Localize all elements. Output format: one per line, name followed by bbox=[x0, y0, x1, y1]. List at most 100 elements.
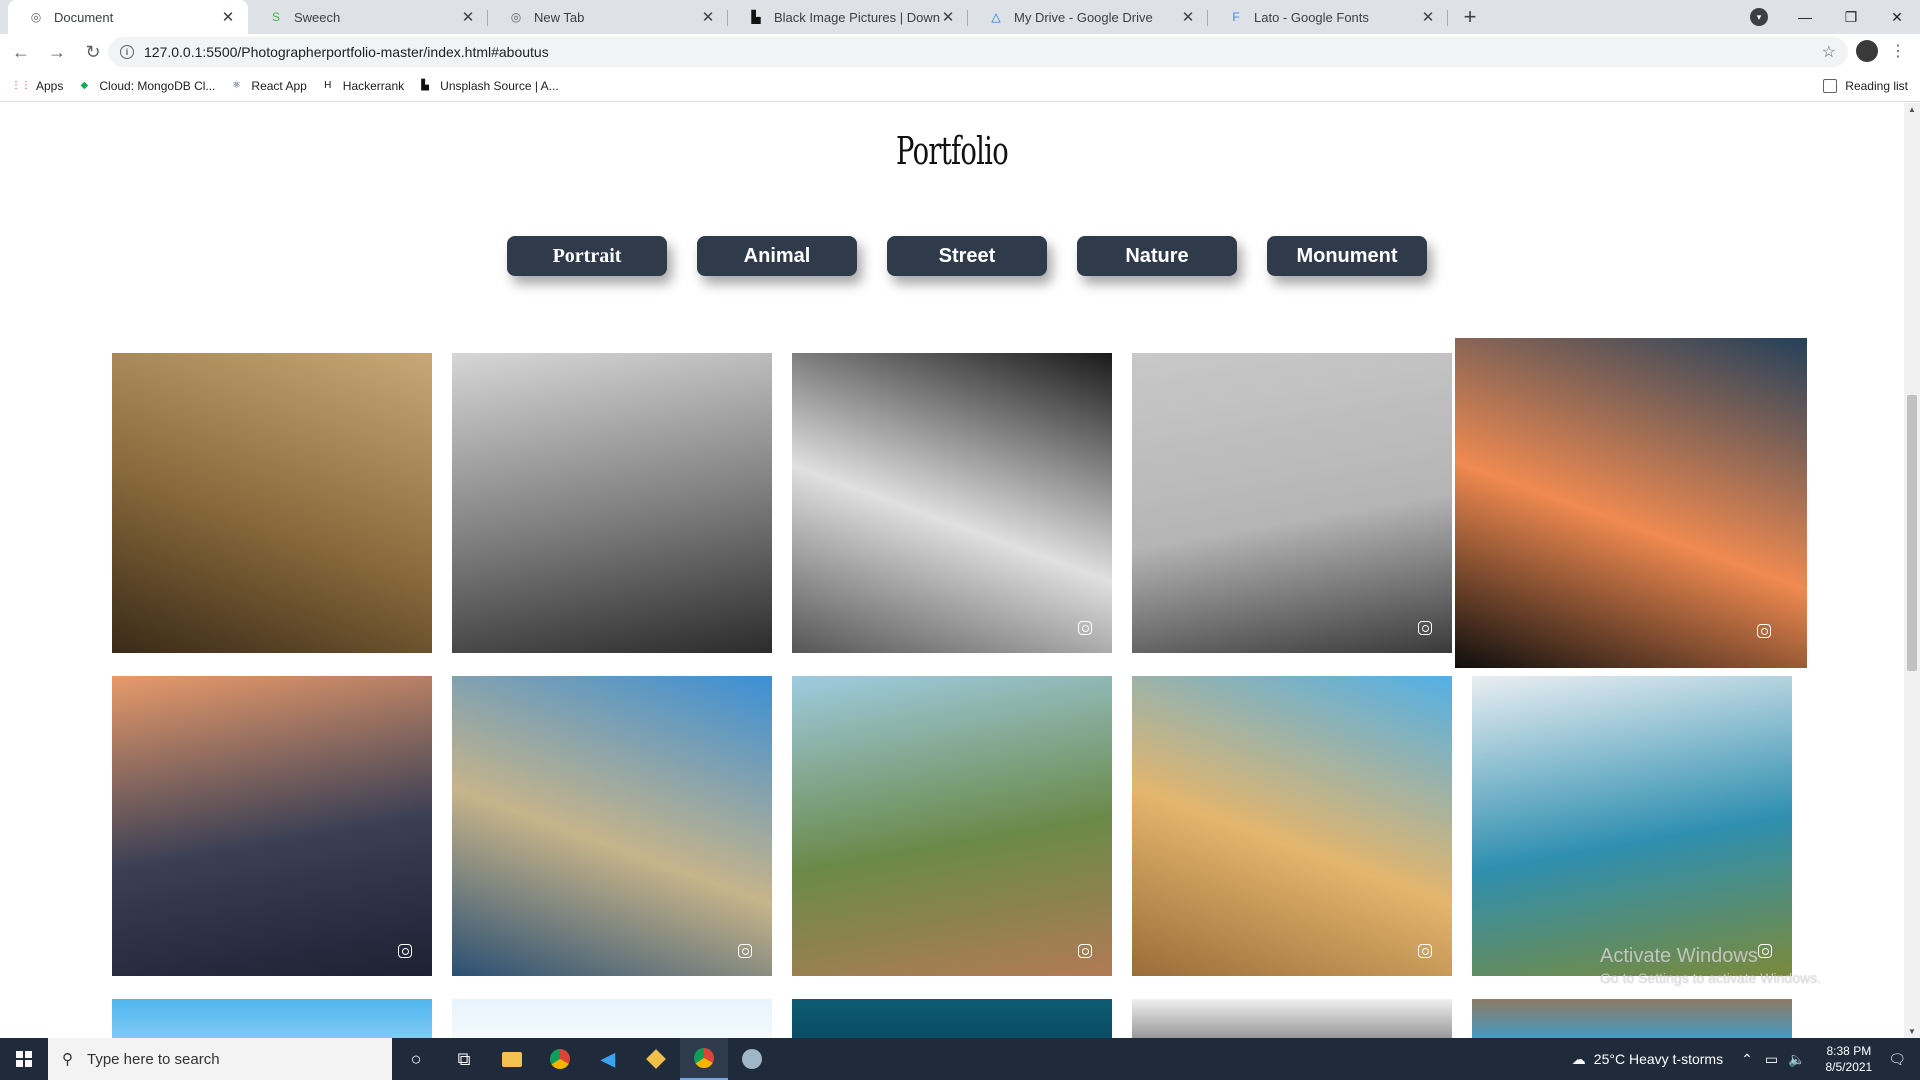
hackerrank-icon: H bbox=[324, 80, 332, 91]
tab-close-icon[interactable]: ✕ bbox=[1180, 8, 1196, 26]
gallery-photo-puppy-bw[interactable] bbox=[792, 353, 1112, 653]
tab-4[interactable]: ▙ Black Image Pictures | Download✕ bbox=[728, 0, 968, 34]
tray-chevron-icon[interactable]: ⌃ bbox=[1741, 1051, 1753, 1068]
instagram-icon[interactable] bbox=[398, 944, 412, 958]
gallery-photo-egret-bw[interactable] bbox=[452, 353, 772, 653]
app-bird-icon[interactable] bbox=[728, 1038, 776, 1080]
bookmark-label: Hackerrank bbox=[342, 78, 405, 93]
tab-5[interactable]: △ My Drive - Google Drive ✕ bbox=[968, 0, 1208, 34]
filter-portrait-button[interactable]: Portrait bbox=[507, 236, 667, 276]
close-window-icon[interactable]: ✕ bbox=[1874, 0, 1920, 34]
tab-2[interactable]: S Sweech ✕ bbox=[248, 0, 488, 34]
filter-street-button[interactable]: Street bbox=[887, 236, 1047, 276]
instagram-icon[interactable] bbox=[1757, 624, 1771, 638]
bookmark-5[interactable]: ▙ Unsplash Source | A... bbox=[418, 79, 558, 93]
new-tab-plus-icon[interactable]: + bbox=[1456, 3, 1484, 31]
globe-icon: ◎ bbox=[30, 10, 42, 24]
restore-icon[interactable]: ❐ bbox=[1828, 0, 1874, 34]
tab-close-icon[interactable]: ✕ bbox=[700, 8, 716, 26]
gallery-photo-mountain-tree[interactable] bbox=[1472, 676, 1792, 976]
gallery-photo-taj-mahal[interactable] bbox=[1132, 676, 1452, 976]
gallery-photo-bare-tree-bw[interactable] bbox=[1132, 353, 1452, 653]
windows-taskbar: ⚲ Type here to search ○ ⧉ ◀ ☁ 25°C Heavy… bbox=[0, 1038, 1920, 1080]
cortana-icon[interactable]: ○ bbox=[392, 1038, 440, 1080]
page-title: Portfolio bbox=[896, 129, 1009, 173]
instagram-icon[interactable] bbox=[738, 944, 752, 958]
windows-start-icon[interactable] bbox=[0, 1038, 48, 1080]
scroll-down-arrow-icon[interactable]: ▼ bbox=[1908, 1027, 1916, 1036]
tab-title: My Drive - Google Drive bbox=[1014, 9, 1153, 25]
bookmark-2[interactable]: ◆ Cloud: MongoDB Cl... bbox=[77, 79, 216, 93]
instagram-icon[interactable] bbox=[1418, 944, 1432, 958]
gallery-photo-sky-partial[interactable] bbox=[112, 999, 432, 1038]
task-view-icon[interactable]: ⧉ bbox=[440, 1038, 488, 1080]
reading-list-button[interactable]: Reading list bbox=[1823, 78, 1908, 93]
taskbar-search-placeholder: Type here to search bbox=[87, 1050, 220, 1068]
scroll-up-arrow-icon[interactable]: ▲ bbox=[1908, 105, 1916, 114]
bookmark-3[interactable]: ⚛ React App bbox=[229, 78, 307, 93]
tab-close-icon[interactable]: ✕ bbox=[220, 8, 236, 26]
minimize-icon[interactable]: — bbox=[1782, 0, 1828, 34]
page-scrollbar[interactable]: ▲ ▼ bbox=[1904, 103, 1920, 1038]
volume-icon[interactable]: 🔈 bbox=[1788, 1051, 1805, 1068]
gallery-photo-puppy-closeup[interactable] bbox=[112, 353, 432, 653]
instagram-icon[interactable] bbox=[1078, 621, 1092, 635]
profile-avatar[interactable] bbox=[1856, 40, 1878, 62]
bookmark-1[interactable]: ⋮⋮ Apps bbox=[11, 79, 63, 93]
browser-toolbar: ← → ↻ i 127.0.0.1:5500/Photographerportf… bbox=[0, 34, 1920, 70]
gallery-photo-blue-river[interactable] bbox=[452, 676, 772, 976]
tab-close-icon[interactable]: ✕ bbox=[1420, 8, 1436, 26]
notification-icon[interactable]: 🗨 bbox=[1888, 1051, 1906, 1068]
vscode-icon[interactable]: ◀ bbox=[584, 1038, 632, 1080]
chrome-icon[interactable] bbox=[536, 1038, 584, 1080]
sweech-icon: S bbox=[271, 10, 280, 24]
gallery-photo-white-partial[interactable] bbox=[452, 999, 772, 1038]
site-info-icon[interactable]: i bbox=[120, 45, 134, 59]
tab-search-icon[interactable]: ▾ bbox=[1750, 8, 1768, 26]
gallery-photo-rock-sky-partial[interactable] bbox=[1472, 999, 1792, 1038]
tab-close-icon[interactable]: ✕ bbox=[460, 8, 476, 26]
tab-6[interactable]: F Lato - Google Fonts ✕ bbox=[1208, 0, 1448, 34]
bookmark-label: React App bbox=[251, 78, 307, 93]
filter-nature-button[interactable]: Nature bbox=[1077, 236, 1237, 276]
weather-text[interactable]: 25°C Heavy t-storms bbox=[1594, 1051, 1723, 1067]
filter-animal-button[interactable]: Animal bbox=[697, 236, 857, 276]
scrollbar-thumb[interactable] bbox=[1907, 395, 1917, 671]
tab-title: Black Image Pictures | Download bbox=[774, 9, 940, 25]
window-controls: — ❐ ✕ bbox=[1782, 0, 1920, 34]
bookmark-4[interactable]: H Hackerrank bbox=[321, 79, 404, 93]
back-arrow-icon[interactable]: ← bbox=[6, 37, 36, 67]
address-bar[interactable]: i 127.0.0.1:5500/Photographerportfolio-m… bbox=[108, 37, 1848, 67]
gallery-photo-hand-bracelet[interactable] bbox=[792, 676, 1112, 976]
tab-title: Sweech bbox=[294, 9, 341, 25]
bookmark-star-icon[interactable]: ☆ bbox=[1822, 42, 1836, 62]
reload-icon[interactable]: ↻ bbox=[78, 37, 108, 67]
filter-monument-button[interactable]: Monument bbox=[1267, 236, 1427, 276]
bookmarks-bar: ⋮⋮ Apps ◆ Cloud: MongoDB Cl... ⚛ React App H Ha… bbox=[0, 70, 1920, 102]
weather-cloud-icon[interactable]: ☁ bbox=[1572, 1051, 1586, 1068]
tab-3[interactable]: ◎ New Tab ✕ bbox=[488, 0, 728, 34]
tab-title: Lato - Google Fonts bbox=[1254, 9, 1369, 25]
reading-list-icon bbox=[1823, 78, 1838, 93]
tab-1[interactable]: ◎ Document ✕ bbox=[8, 0, 248, 34]
globe-icon: ◎ bbox=[510, 10, 522, 24]
clock[interactable]: 8:38 PM 8/5/2021 bbox=[1826, 1043, 1873, 1075]
reading-list-label: Reading list bbox=[1845, 78, 1908, 93]
drive-icon: △ bbox=[991, 10, 1001, 24]
gallery-photo-grey-partial[interactable] bbox=[1132, 999, 1452, 1038]
forward-arrow-icon[interactable]: → bbox=[42, 37, 72, 67]
gallery-photo-teal-partial[interactable] bbox=[792, 999, 1112, 1038]
clock-date: 8/5/2021 bbox=[1825, 1060, 1873, 1074]
gallery-photo-sunset-river[interactable] bbox=[112, 676, 432, 976]
instagram-icon[interactable] bbox=[1078, 944, 1092, 958]
taskbar-search-box[interactable]: ⚲ Type here to search bbox=[48, 1038, 392, 1080]
chrome-active-icon[interactable] bbox=[680, 1038, 728, 1080]
network-icon[interactable]: ▭ bbox=[1765, 1051, 1778, 1068]
gallery-photo-sunset-lake[interactable] bbox=[1455, 338, 1807, 668]
git-icon[interactable] bbox=[632, 1038, 680, 1080]
more-menu-icon[interactable]: ⋮ bbox=[1890, 41, 1906, 61]
instagram-icon[interactable] bbox=[1418, 621, 1432, 635]
portfolio-filter-bar: Portrait Animal Street Nature Monument bbox=[507, 236, 1427, 276]
tab-close-icon[interactable]: ✕ bbox=[940, 8, 956, 26]
file-explorer-icon[interactable] bbox=[488, 1038, 536, 1080]
